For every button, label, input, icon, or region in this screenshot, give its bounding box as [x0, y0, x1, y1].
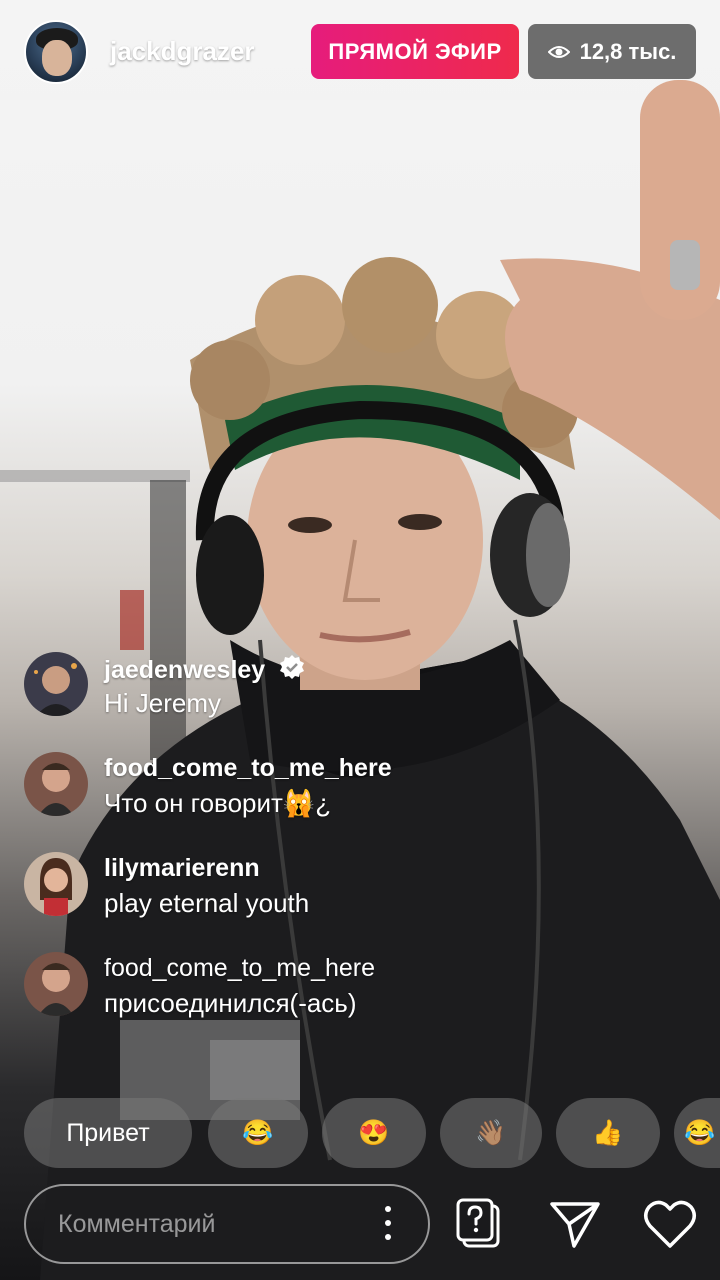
- heart-icon[interactable]: [642, 1198, 698, 1250]
- comment-text: play eternal youth: [104, 888, 310, 918]
- join-username[interactable]: food_come_to_me_here: [104, 954, 375, 983]
- reaction-chip[interactable]: 😂: [208, 1098, 308, 1168]
- comment-username-text: jaedenwesley: [104, 656, 266, 685]
- comment-item[interactable]: jaedenwesley Hi Jeremy: [24, 652, 624, 722]
- comment-item[interactable]: lilymarierenn play eternal youth: [24, 852, 624, 922]
- join-text: присоединился(-ась): [104, 988, 357, 1018]
- viewer-count-badge[interactable]: 12,8 тыс.: [528, 24, 696, 79]
- comment-text: Hi Jeremy: [104, 688, 222, 718]
- join-notice: food_come_to_me_here присоединился(-ась): [24, 952, 624, 1022]
- quick-reactions: Привет 😂 😍 👋🏽 👍 😂: [24, 1098, 720, 1168]
- avatar-face: [42, 40, 72, 76]
- video-frame: [0, 80, 720, 1280]
- comment-username[interactable]: jaedenwesley: [104, 654, 306, 689]
- live-stream-screen: jackdgrazer ПРЯМОЙ ЭФИР 12,8 тыс. jaeden…: [0, 0, 720, 1280]
- comment-avatar[interactable]: [24, 752, 88, 816]
- reaction-chip[interactable]: 😍: [322, 1098, 426, 1168]
- comment-avatar[interactable]: [24, 652, 88, 716]
- viewer-count: 12,8 тыс.: [579, 38, 677, 64]
- eye-icon: [547, 45, 570, 59]
- comment-avatar[interactable]: [24, 852, 88, 916]
- reaction-chip[interactable]: 😂: [674, 1098, 720, 1168]
- live-badge: ПРЯМОЙ ЭФИР: [311, 24, 519, 79]
- more-icon[interactable]: [384, 1206, 392, 1246]
- reaction-chip[interactable]: 👍: [556, 1098, 660, 1168]
- reaction-chip-greeting[interactable]: Привет: [24, 1098, 192, 1168]
- comment-username[interactable]: food_come_to_me_here: [104, 754, 392, 783]
- comment-username[interactable]: lilymarierenn: [104, 854, 260, 883]
- streamer-username[interactable]: jackdgrazer: [110, 36, 255, 67]
- streamer-avatar[interactable]: [24, 20, 88, 84]
- send-icon[interactable]: [548, 1198, 602, 1250]
- question-icon[interactable]: [456, 1198, 502, 1250]
- comment-input[interactable]: Комментарий: [24, 1184, 430, 1264]
- comment-text: Что он говорит🙀¿: [104, 788, 332, 818]
- reaction-chip[interactable]: 👋🏽: [440, 1098, 542, 1168]
- comment-placeholder: Комментарий: [58, 1210, 216, 1238]
- comment-avatar[interactable]: [24, 952, 88, 1016]
- verified-icon: [278, 654, 306, 689]
- comment-item[interactable]: food_come_to_me_here Что он говорит🙀¿: [24, 752, 624, 822]
